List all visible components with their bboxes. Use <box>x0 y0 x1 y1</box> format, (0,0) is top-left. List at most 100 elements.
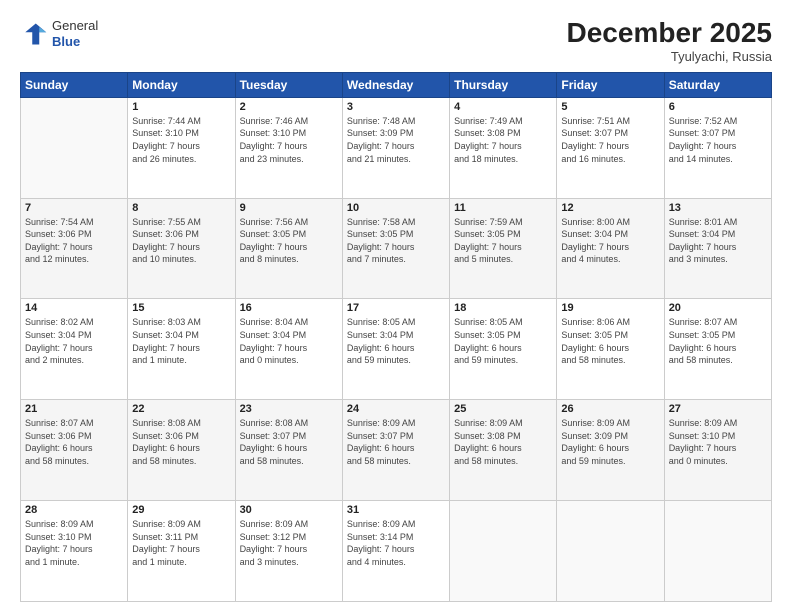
day-number: 24 <box>347 403 445 415</box>
day-info: Sunrise: 8:07 AM Sunset: 3:05 PM Dayligh… <box>669 316 767 366</box>
day-info: Sunrise: 8:04 AM Sunset: 3:04 PM Dayligh… <box>240 316 338 366</box>
table-row: 7Sunrise: 7:54 AM Sunset: 3:06 PM Daylig… <box>21 198 128 299</box>
day-info: Sunrise: 8:05 AM Sunset: 3:05 PM Dayligh… <box>454 316 552 366</box>
table-row: 18 Sunrise: 8:05 AM Sunset: 3:05 PM Dayli… <box>450 299 557 400</box>
day-info: Sunrise: 7:59 AM Sunset: 3:05 PM Dayligh… <box>454 216 552 266</box>
day-info: Sunrise: 8:03 AM Sunset: 3:04 PM Dayligh… <box>132 316 230 366</box>
day-info: Sunrise: 7:49 AM Sunset: 3:08 PM Dayligh… <box>454 115 552 165</box>
day-number: 25 <box>454 403 552 415</box>
table-row: 26Sunrise: 8:09 AM Sunset: 3:09 PM Dayli… <box>557 400 664 501</box>
logo: General Blue <box>20 18 98 49</box>
day-info: Sunrise: 8:08 AM Sunset: 3:07 PM Dayligh… <box>240 417 338 467</box>
day-info: Sunrise: 8:09 AM Sunset: 3:14 PM Dayligh… <box>347 518 445 568</box>
table-row: 16 Sunrise: 8:04 AM Sunset: 3:04 PM Dayli… <box>235 299 342 400</box>
col-thursday: Thursday <box>450 72 557 97</box>
day-number: 17 <box>347 302 445 314</box>
day-info: Sunrise: 7:55 AM Sunset: 3:06 PM Dayligh… <box>132 216 230 266</box>
day-info: Sunrise: 7:56 AM Sunset: 3:05 PM Dayligh… <box>240 216 338 266</box>
day-info: Sunrise: 8:05 AM Sunset: 3:04 PM Dayligh… <box>347 316 445 366</box>
day-number: 10 <box>347 202 445 214</box>
day-info: Sunrise: 8:09 AM Sunset: 3:11 PM Dayligh… <box>132 518 230 568</box>
day-info: Sunrise: 8:09 AM Sunset: 3:09 PM Dayligh… <box>561 417 659 467</box>
day-number: 8 <box>132 202 230 214</box>
logo-general: General <box>52 18 98 34</box>
day-info: Sunrise: 7:51 AM Sunset: 3:07 PM Dayligh… <box>561 115 659 165</box>
day-info: Sunrise: 8:09 AM Sunset: 3:07 PM Dayligh… <box>347 417 445 467</box>
day-info: Sunrise: 8:09 AM Sunset: 3:08 PM Dayligh… <box>454 417 552 467</box>
day-number: 31 <box>347 504 445 516</box>
day-number: 28 <box>25 504 123 516</box>
day-number: 7 <box>25 202 123 214</box>
day-info: Sunrise: 7:52 AM Sunset: 3:07 PM Dayligh… <box>669 115 767 165</box>
day-number: 4 <box>454 101 552 113</box>
day-number: 14 <box>25 302 123 314</box>
day-number: 15 <box>132 302 230 314</box>
logo-text: General Blue <box>52 18 98 49</box>
table-row <box>450 501 557 602</box>
day-info: Sunrise: 8:02 AM Sunset: 3:04 PM Dayligh… <box>25 316 123 366</box>
location: Tyulyachi, Russia <box>567 49 772 64</box>
table-row: 3Sunrise: 7:48 AM Sunset: 3:09 PM Daylig… <box>342 97 449 198</box>
day-number: 1 <box>132 101 230 113</box>
table-row: 8 Sunrise: 7:55 AM Sunset: 3:06 PM Daylig… <box>128 198 235 299</box>
table-row: 31 Sunrise: 8:09 AM Sunset: 3:14 PM Dayli… <box>342 501 449 602</box>
day-number: 29 <box>132 504 230 516</box>
day-number: 21 <box>25 403 123 415</box>
day-info: Sunrise: 8:00 AM Sunset: 3:04 PM Dayligh… <box>561 216 659 266</box>
table-row: 30Sunrise: 8:09 AM Sunset: 3:12 PM Dayli… <box>235 501 342 602</box>
calendar-week-row: 7Sunrise: 7:54 AM Sunset: 3:06 PM Daylig… <box>21 198 772 299</box>
day-number: 23 <box>240 403 338 415</box>
table-row <box>21 97 128 198</box>
col-wednesday: Wednesday <box>342 72 449 97</box>
table-row: 28 Sunrise: 8:09 AM Sunset: 3:10 PM Dayli… <box>21 501 128 602</box>
day-number: 27 <box>669 403 767 415</box>
day-number: 20 <box>669 302 767 314</box>
day-number: 12 <box>561 202 659 214</box>
day-info: Sunrise: 8:09 AM Sunset: 3:10 PM Dayligh… <box>25 518 123 568</box>
table-row: 23 Sunrise: 8:08 AM Sunset: 3:07 PM Dayli… <box>235 400 342 501</box>
table-row: 10 Sunrise: 7:58 AM Sunset: 3:05 PM Dayli… <box>342 198 449 299</box>
table-row: 12 Sunrise: 8:00 AM Sunset: 3:04 PM Dayli… <box>557 198 664 299</box>
day-number: 9 <box>240 202 338 214</box>
calendar-week-row: 14 Sunrise: 8:02 AM Sunset: 3:04 PM Dayli… <box>21 299 772 400</box>
col-sunday: Sunday <box>21 72 128 97</box>
day-info: Sunrise: 8:09 AM Sunset: 3:10 PM Dayligh… <box>669 417 767 467</box>
day-number: 16 <box>240 302 338 314</box>
day-number: 18 <box>454 302 552 314</box>
table-row: 15 Sunrise: 8:03 AM Sunset: 3:04 PM Dayli… <box>128 299 235 400</box>
month-year: December 2025 <box>567 18 772 49</box>
day-number: 6 <box>669 101 767 113</box>
col-saturday: Saturday <box>664 72 771 97</box>
calendar-week-row: 21 Sunrise: 8:07 AM Sunset: 3:06 PM Dayli… <box>21 400 772 501</box>
day-number: 2 <box>240 101 338 113</box>
day-info: Sunrise: 8:07 AM Sunset: 3:06 PM Dayligh… <box>25 417 123 467</box>
day-info: Sunrise: 8:06 AM Sunset: 3:05 PM Dayligh… <box>561 316 659 366</box>
day-info: Sunrise: 7:48 AM Sunset: 3:09 PM Dayligh… <box>347 115 445 165</box>
day-number: 22 <box>132 403 230 415</box>
table-row <box>664 501 771 602</box>
day-number: 30 <box>240 504 338 516</box>
day-number: 19 <box>561 302 659 314</box>
day-info: Sunrise: 8:08 AM Sunset: 3:06 PM Dayligh… <box>132 417 230 467</box>
day-number: 5 <box>561 101 659 113</box>
table-row: 20 Sunrise: 8:07 AM Sunset: 3:05 PM Dayli… <box>664 299 771 400</box>
col-tuesday: Tuesday <box>235 72 342 97</box>
day-info: Sunrise: 7:58 AM Sunset: 3:05 PM Dayligh… <box>347 216 445 266</box>
logo-blue: Blue <box>52 34 98 50</box>
logo-icon <box>20 20 48 48</box>
table-row <box>557 501 664 602</box>
col-friday: Friday <box>557 72 664 97</box>
table-row: 4 Sunrise: 7:49 AM Sunset: 3:08 PM Daylig… <box>450 97 557 198</box>
table-row: 9 Sunrise: 7:56 AM Sunset: 3:05 PM Daylig… <box>235 198 342 299</box>
page: General Blue December 2025 Tyulyachi, Ru… <box>0 0 792 612</box>
calendar-week-row: 28 Sunrise: 8:09 AM Sunset: 3:10 PM Dayli… <box>21 501 772 602</box>
table-row: 14 Sunrise: 8:02 AM Sunset: 3:04 PM Dayli… <box>21 299 128 400</box>
table-row: 27 Sunrise: 8:09 AM Sunset: 3:10 PM Dayli… <box>664 400 771 501</box>
day-number: 13 <box>669 202 767 214</box>
title-block: December 2025 Tyulyachi, Russia <box>567 18 772 64</box>
table-row: 19 Sunrise: 8:06 AM Sunset: 3:05 PM Dayli… <box>557 299 664 400</box>
table-row: 21 Sunrise: 8:07 AM Sunset: 3:06 PM Dayli… <box>21 400 128 501</box>
day-number: 11 <box>454 202 552 214</box>
calendar-table: Sunday Monday Tuesday Wednesday Thursday… <box>20 72 772 602</box>
table-row: 1Sunrise: 7:44 AM Sunset: 3:10 PM Daylig… <box>128 97 235 198</box>
